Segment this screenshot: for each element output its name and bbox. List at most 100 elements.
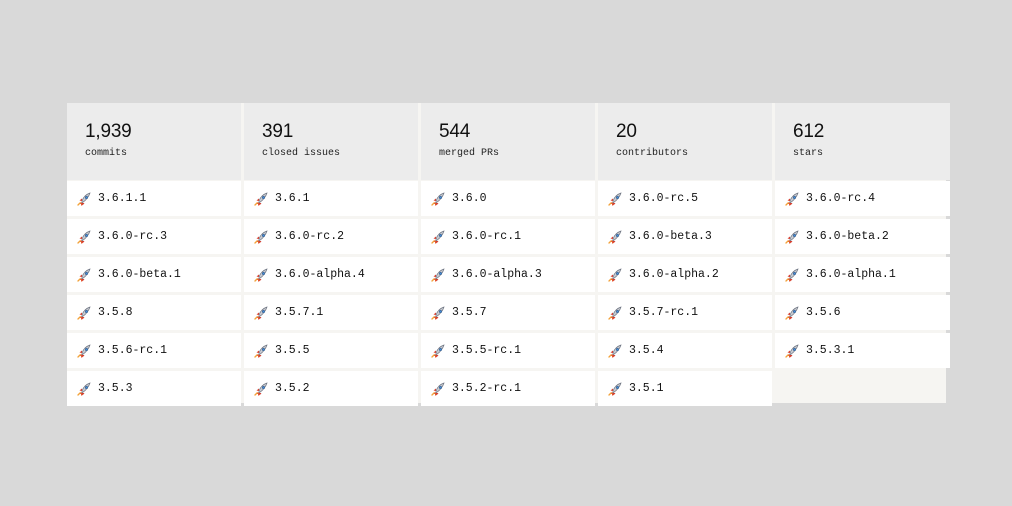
release-tag[interactable]: 3.6.0 (421, 181, 595, 216)
release-tag[interactable]: 3.5.2-rc.1 (421, 371, 595, 406)
release-version: 3.6.0-beta.1 (98, 268, 181, 281)
stat-closed-issues: 391 closed issues (244, 103, 418, 180)
stat-value: 544 (439, 121, 471, 142)
rocket-icon (254, 267, 268, 282)
stat-value: 612 (793, 121, 825, 142)
release-version: 3.6.0-rc.4 (806, 192, 876, 205)
rocket-icon (608, 343, 622, 358)
rocket-icon (431, 191, 445, 206)
release-tag[interactable]: 3.5.4 (598, 333, 772, 368)
release-tag[interactable]: 3.5.1 (598, 371, 772, 406)
rocket-icon (77, 191, 91, 206)
release-version: 3.6.0-rc.5 (629, 192, 699, 205)
rocket-icon (77, 305, 91, 320)
rocket-icon (431, 229, 445, 244)
release-version: 3.5.2-rc.1 (452, 382, 522, 395)
rocket-icon (77, 381, 91, 396)
release-tag[interactable]: 3.6.0-rc.3 (67, 219, 241, 254)
rocket-icon (254, 381, 268, 396)
rocket-icon (608, 229, 622, 244)
release-tag[interactable]: 3.5.3 (67, 371, 241, 406)
stat-value: 391 (262, 121, 294, 142)
release-version: 3.5.6 (806, 306, 841, 319)
release-version: 3.5.7-rc.1 (629, 306, 699, 319)
rocket-icon (77, 343, 91, 358)
rocket-icon (254, 305, 268, 320)
release-tag[interactable]: 3.5.2 (244, 371, 418, 406)
release-tag[interactable]: 3.5.6-rc.1 (67, 333, 241, 368)
stat-value: 1,939 (85, 121, 132, 142)
release-version: 3.6.1 (275, 192, 310, 205)
rocket-icon (77, 229, 91, 244)
release-tag[interactable]: 3.5.3.1 (775, 333, 950, 368)
rocket-icon (608, 191, 622, 206)
rocket-icon (431, 343, 445, 358)
release-version: 3.5.7.1 (275, 306, 324, 319)
rocket-icon (431, 267, 445, 282)
release-tag[interactable]: 3.6.0-beta.1 (67, 257, 241, 292)
release-tag[interactable]: 3.6.0-alpha.1 (775, 257, 950, 292)
release-version: 3.6.0-rc.2 (275, 230, 345, 243)
stat-label: closed issues (262, 148, 341, 159)
release-version: 3.5.2 (275, 382, 310, 395)
rocket-icon (608, 381, 622, 396)
rocket-icon (785, 267, 799, 282)
release-tag[interactable]: 3.6.1.1 (67, 181, 241, 216)
release-tag[interactable]: 3.6.0-rc.5 (598, 181, 772, 216)
release-version: 3.6.0-alpha.4 (275, 268, 365, 281)
release-tag[interactable]: 3.6.0-beta.2 (775, 219, 950, 254)
release-tag[interactable]: 3.5.7 (421, 295, 595, 330)
release-tag[interactable]: 3.6.0-alpha.2 (598, 257, 772, 292)
release-version: 3.5.8 (98, 306, 133, 319)
rocket-icon (785, 229, 799, 244)
release-tag[interactable]: 3.6.0-beta.3 (598, 219, 772, 254)
stat-contributors: 20 contributors (598, 103, 772, 180)
release-tag[interactable]: 3.5.5-rc.1 (421, 333, 595, 368)
release-version: 3.6.0-beta.3 (629, 230, 712, 243)
release-version: 3.6.0 (452, 192, 487, 205)
rocket-icon (254, 191, 268, 206)
release-tag[interactable]: 3.6.1 (244, 181, 418, 216)
stats-row: 1,939 commits 391 closed issues 544 merg… (67, 103, 950, 180)
release-version: 3.5.6-rc.1 (98, 344, 168, 357)
release-version: 3.5.5-rc.1 (452, 344, 522, 357)
release-version: 3.5.4 (629, 344, 664, 357)
stat-label: commits (85, 148, 128, 159)
release-version: 3.5.7 (452, 306, 487, 319)
rocket-icon (785, 191, 799, 206)
rocket-icon (254, 343, 268, 358)
rocket-icon (77, 267, 91, 282)
release-version: 3.6.0-rc.1 (452, 230, 522, 243)
release-tag[interactable]: 3.6.0-alpha.4 (244, 257, 418, 292)
release-tag[interactable]: 3.5.7-rc.1 (598, 295, 772, 330)
release-version: 3.6.0-alpha.3 (452, 268, 542, 281)
release-version: 3.5.3.1 (806, 344, 855, 357)
stat-label: contributors (616, 148, 689, 159)
stat-label: merged PRs (439, 148, 500, 159)
release-stats-panel: 1,939 commits 391 closed issues 544 merg… (67, 103, 950, 406)
rocket-icon (608, 267, 622, 282)
release-tag[interactable]: 3.6.0-alpha.3 (421, 257, 595, 292)
release-tag[interactable]: 3.6.0-rc.1 (421, 219, 595, 254)
release-tag[interactable]: 3.5.8 (67, 295, 241, 330)
release-tag[interactable]: 3.5.7.1 (244, 295, 418, 330)
release-version: 3.6.0-rc.3 (98, 230, 168, 243)
release-version: 3.6.0-alpha.1 (806, 268, 896, 281)
release-grid: 3.6.1.1 3.6.1 3.6.0 3.6.0-rc.5 3.6.0-rc.4 3.6… (67, 181, 950, 406)
release-version: 3.6.0-beta.2 (806, 230, 889, 243)
stat-value: 20 (616, 121, 637, 142)
release-tag[interactable]: 3.5.6 (775, 295, 950, 330)
release-version: 3.5.5 (275, 344, 310, 357)
rocket-icon (431, 305, 445, 320)
stat-merged-prs: 544 merged PRs (421, 103, 595, 180)
rocket-icon (431, 381, 445, 396)
stat-label: stars (793, 148, 824, 159)
rocket-icon (785, 343, 799, 358)
release-tag[interactable]: 3.6.0-rc.4 (775, 181, 950, 216)
release-version: 3.5.3 (98, 382, 133, 395)
release-tag[interactable]: 3.5.5 (244, 333, 418, 368)
release-version: 3.5.1 (629, 382, 664, 395)
stat-stars: 612 stars (775, 103, 950, 180)
rocket-icon (785, 305, 799, 320)
release-tag[interactable]: 3.6.0-rc.2 (244, 219, 418, 254)
